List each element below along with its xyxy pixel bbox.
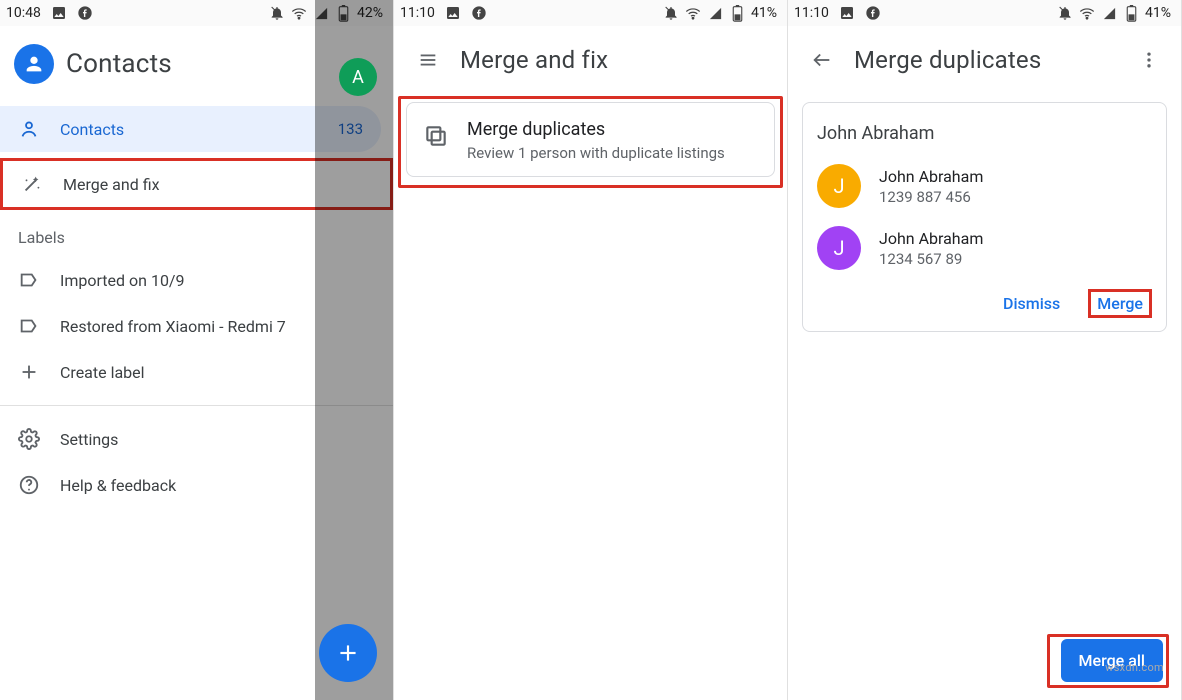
entry-name: John Abraham	[879, 229, 983, 248]
wifi-icon	[291, 5, 307, 21]
merge-button[interactable]: Merge	[1088, 289, 1152, 318]
image-icon	[445, 5, 461, 21]
signal-icon	[707, 5, 723, 21]
facebook-icon	[471, 5, 487, 21]
card-subtitle: Review 1 person with duplicate listings	[467, 144, 725, 162]
bell-off-icon	[1057, 5, 1073, 21]
magic-wand-icon	[21, 173, 43, 195]
status-battery: 41%	[1145, 5, 1171, 21]
entry-phone: 1239 887 456	[879, 188, 983, 206]
signal-icon	[1101, 5, 1117, 21]
add-contact-fab[interactable]	[319, 624, 377, 682]
status-time: 11:10	[794, 5, 829, 21]
help-icon	[18, 474, 40, 496]
app-header: Merge duplicates	[788, 26, 1181, 94]
entry-name: John Abraham	[879, 167, 983, 186]
duplicate-entry[interactable]: J John Abraham 1234 567 89	[817, 226, 1152, 270]
overflow-menu-button[interactable]	[1129, 40, 1169, 80]
facebook-icon	[77, 5, 93, 21]
avatar: J	[817, 164, 861, 208]
bell-off-icon	[269, 5, 285, 21]
bell-off-icon	[663, 5, 679, 21]
person-icon	[18, 118, 40, 140]
wifi-icon	[1079, 5, 1095, 21]
dismiss-button[interactable]: Dismiss	[995, 288, 1068, 319]
drawer-scrim[interactable]: A	[315, 0, 393, 700]
label-icon	[18, 315, 40, 337]
merge-duplicates-card[interactable]: Merge duplicates Review 1 person with du…	[406, 102, 775, 177]
status-time: 11:10	[400, 5, 435, 21]
facebook-icon	[865, 5, 881, 21]
status-bar: 11:10 41%	[394, 0, 787, 26]
back-button[interactable]	[802, 40, 842, 80]
image-icon	[51, 5, 67, 21]
status-time: 10:48	[6, 5, 41, 21]
plus-icon	[18, 361, 40, 383]
create-label-text: Create label	[60, 363, 145, 382]
merge-all-button[interactable]: Merge all	[1061, 639, 1163, 682]
card-title: Merge duplicates	[467, 119, 725, 140]
help-label: Help & feedback	[60, 476, 176, 495]
label-text: Restored from Xiaomi - Redmi 7	[60, 317, 286, 336]
settings-label: Settings	[60, 430, 118, 449]
nav-contacts-label: Contacts	[60, 120, 124, 139]
status-bar: 11:10 41%	[788, 0, 1181, 26]
page-title: Merge duplicates	[854, 46, 1041, 74]
page-title: Merge and fix	[460, 46, 608, 74]
entry-phone: 1234 567 89	[879, 250, 983, 268]
duplicate-person-name: John Abraham	[817, 123, 1152, 144]
account-avatar[interactable]: A	[339, 58, 377, 96]
battery-icon	[1123, 5, 1139, 21]
contacts-app-icon	[14, 44, 54, 84]
gear-icon	[18, 428, 40, 450]
app-title: Contacts	[66, 49, 172, 79]
app-header: Merge and fix	[394, 26, 787, 94]
menu-button[interactable]	[408, 40, 448, 80]
status-battery: 41%	[751, 5, 777, 21]
duplicate-entry[interactable]: J John Abraham 1239 887 456	[817, 164, 1152, 208]
nav-merge-fix-label: Merge and fix	[63, 175, 160, 194]
wifi-icon	[685, 5, 701, 21]
image-icon	[839, 5, 855, 21]
label-icon	[18, 269, 40, 291]
label-text: Imported on 10/9	[60, 271, 185, 290]
battery-icon	[729, 5, 745, 21]
copy-icon	[423, 123, 449, 149]
duplicate-card: John Abraham J John Abraham 1239 887 456…	[802, 102, 1167, 332]
avatar: J	[817, 226, 861, 270]
